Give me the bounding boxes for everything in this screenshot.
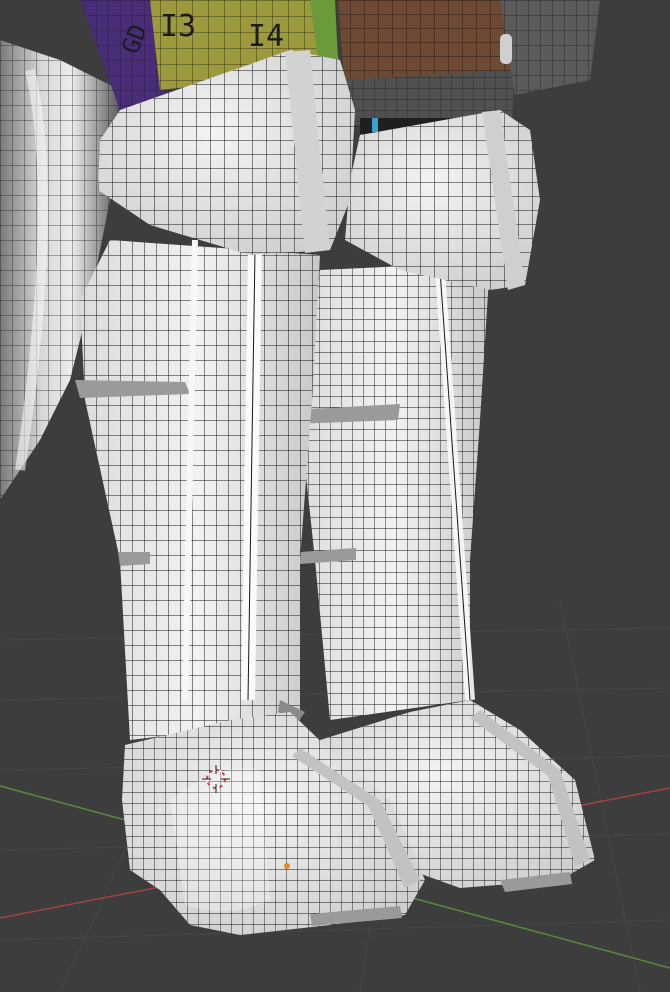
- left-leg-mesh[interactable]: [75, 239, 320, 740]
- object-origin-point[interactable]: [284, 863, 290, 869]
- right-knee-pad-mesh[interactable]: [345, 110, 540, 290]
- 3d-viewport[interactable]: I3 I4 GD: [0, 0, 670, 992]
- decal-label-i3: I3: [160, 9, 196, 44]
- right-leg-mesh[interactable]: [290, 262, 490, 720]
- decal-label-i4: I4: [248, 19, 284, 54]
